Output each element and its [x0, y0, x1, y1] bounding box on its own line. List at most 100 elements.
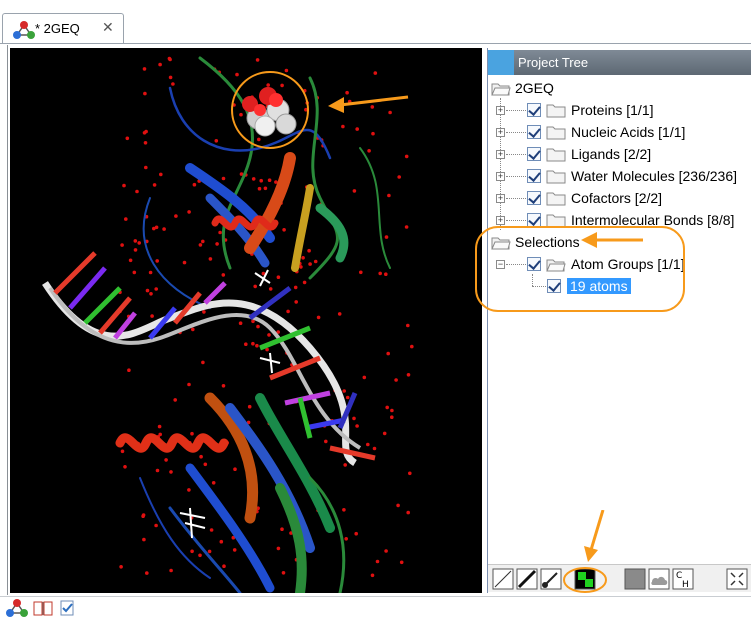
water-dot	[266, 83, 271, 87]
water-dot	[235, 72, 239, 77]
folder-icon	[546, 148, 566, 162]
water-dot	[149, 292, 153, 296]
water-dot	[141, 514, 145, 518]
checkbox[interactable]	[547, 279, 561, 293]
fit-icon[interactable]	[726, 568, 748, 590]
tree-guide	[506, 264, 526, 265]
line-style-icon[interactable]	[492, 568, 514, 590]
water-dot	[187, 210, 191, 214]
expand-icon[interactable]: +	[496, 128, 505, 137]
water-dot	[182, 260, 187, 265]
water-dot	[148, 270, 153, 275]
water-dot	[408, 471, 412, 476]
water-dot	[386, 351, 391, 356]
water-dot	[142, 537, 146, 542]
water-dot	[164, 458, 168, 462]
collapse-icon[interactable]: −	[496, 260, 505, 269]
folder-open-icon	[546, 259, 566, 272]
water-dot	[190, 431, 194, 436]
water-dot	[390, 408, 394, 413]
water-dot	[233, 467, 237, 472]
tree-root-label: 2GEQ	[515, 80, 554, 96]
water-dot	[372, 446, 377, 451]
tree-item-ligands[interactable]: + Ligands [2/2]	[488, 144, 751, 166]
water-dot	[375, 559, 380, 564]
water-dot	[341, 124, 345, 129]
water-dot	[388, 110, 392, 115]
checkbox[interactable]	[527, 125, 541, 139]
cloud-icon[interactable]	[648, 568, 670, 590]
checkbox[interactable]	[527, 147, 541, 161]
tree-item-intermolecular-bonds[interactable]: + Intermolecular Bonds [8/8]	[488, 210, 751, 232]
tree-guide	[506, 154, 526, 155]
book-icon[interactable]	[32, 599, 54, 617]
water-dot	[154, 523, 158, 528]
expand-icon[interactable]: +	[496, 172, 505, 181]
water-dot	[127, 368, 131, 373]
tree-root[interactable]: 2GEQ	[488, 78, 751, 100]
water-dot	[343, 463, 348, 467]
checkbox[interactable]	[527, 257, 541, 271]
tree-item-atom-groups[interactable]: − Atom Groups [1/1]	[488, 254, 751, 276]
water-dot	[387, 193, 391, 198]
water-dot	[132, 270, 137, 275]
structure-viewer[interactable]	[10, 48, 482, 593]
selection-color-icon[interactable]	[574, 568, 596, 590]
close-icon[interactable]: ✕	[102, 20, 114, 36]
water-dot	[191, 327, 195, 332]
water-dot	[201, 239, 205, 244]
water-dot	[352, 416, 356, 421]
water-dot	[294, 300, 299, 304]
tree-item-cofactors[interactable]: + Cofactors [2/2]	[488, 188, 751, 210]
tab-2geq[interactable]: * 2GEQ ✕	[2, 13, 124, 44]
water-dot	[239, 112, 243, 117]
expand-icon[interactable]: +	[496, 106, 505, 115]
water-dot	[125, 136, 130, 141]
tree-item-water-molecules[interactable]: + Water Molecules [236/236]	[488, 166, 751, 188]
tree-item-label: Proteins [1/1]	[571, 102, 654, 118]
water-dot	[355, 127, 360, 131]
water-dot	[222, 564, 226, 568]
panel-header-accent	[488, 50, 514, 75]
expand-icon[interactable]: +	[496, 194, 505, 203]
water-dot	[293, 285, 298, 290]
water-dot	[169, 470, 173, 474]
water-dot	[142, 131, 147, 135]
tree-guide	[506, 176, 526, 177]
surface-icon[interactable]	[624, 568, 646, 590]
water-dot	[280, 527, 284, 531]
water-dot	[255, 343, 259, 348]
expand-icon[interactable]: +	[496, 150, 505, 159]
water-dot	[158, 62, 162, 67]
expand-icon[interactable]: +	[496, 216, 505, 225]
tree-item-19-atoms[interactable]: 19 atoms	[488, 276, 751, 298]
water-dot	[302, 280, 307, 285]
water-dot	[344, 537, 349, 541]
tree-item-nucleic-acids[interactable]: + Nucleic Acids [1/1]	[488, 122, 751, 144]
water-dot	[218, 230, 222, 235]
water-dot	[202, 310, 206, 314]
water-dot	[345, 395, 350, 400]
water-dot	[169, 568, 173, 573]
water-dot	[384, 549, 388, 553]
water-dot	[221, 176, 226, 181]
ball-stick-icon[interactable]	[540, 568, 562, 590]
tree-item-label: Nucleic Acids [1/1]	[571, 124, 686, 140]
water-dot	[396, 503, 400, 508]
check-edit-icon[interactable]	[58, 599, 80, 617]
checkbox[interactable]	[527, 103, 541, 117]
bold-line-icon[interactable]	[516, 568, 538, 590]
tree-item-proteins[interactable]: + Proteins [1/1]	[488, 100, 751, 122]
water-dot	[137, 241, 141, 245]
hydrogen-icon[interactable]: CH	[672, 568, 694, 590]
checkbox[interactable]	[527, 213, 541, 227]
water-dot	[342, 389, 347, 393]
structure-icon[interactable]	[6, 599, 28, 617]
water-dot	[342, 508, 346, 512]
checkbox[interactable]	[527, 191, 541, 205]
checkbox[interactable]	[527, 169, 541, 183]
molecule-render	[42, 56, 414, 593]
tree-selections[interactable]: Selections	[488, 232, 751, 254]
tree-guide	[506, 220, 526, 221]
folder-icon	[546, 214, 566, 228]
